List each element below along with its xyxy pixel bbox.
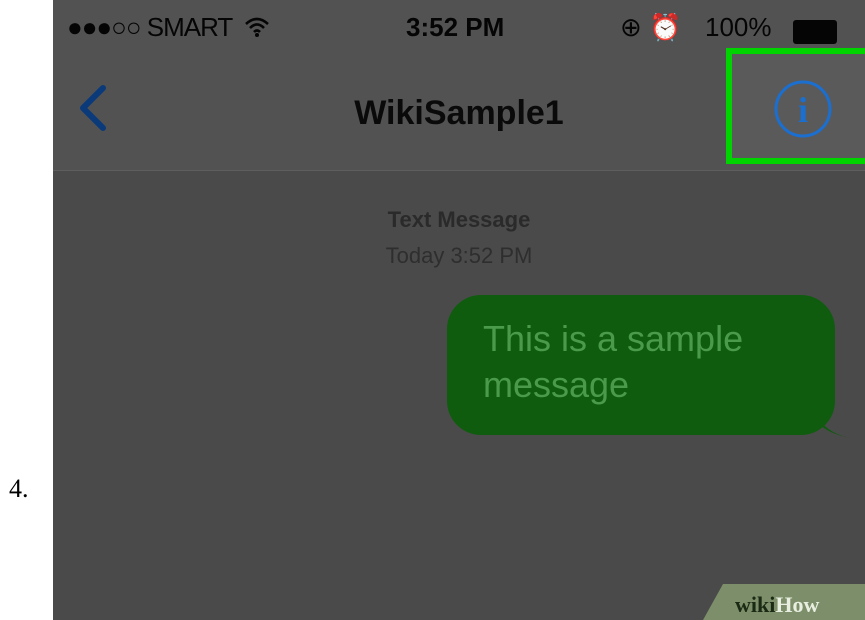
wifi-icon bbox=[245, 17, 269, 37]
bubble-tail bbox=[813, 404, 851, 438]
navigation-bar: WikiSample1 i bbox=[53, 48, 865, 171]
message-type-label: Text Message bbox=[387, 207, 531, 232]
message-text: This is a sample message bbox=[483, 318, 744, 405]
info-icon[interactable]: i bbox=[772, 78, 834, 140]
battery-percent: 100% bbox=[705, 12, 772, 42]
status-time: 3:52 PM bbox=[406, 12, 505, 42]
svg-text:i: i bbox=[798, 90, 808, 130]
phone-screen: ●●●○○ SMART 3:52 PM ⊕ ⏰ 100% WikiSample1… bbox=[53, 0, 865, 620]
message-timestamp: Today 3:52 PM bbox=[385, 243, 533, 268]
lock-alarm-icons: ⊕ ⏰ bbox=[620, 12, 682, 42]
watermark-logo: wikiHow bbox=[735, 592, 820, 617]
carrier-signal: ●●●○○ SMART bbox=[67, 12, 270, 43]
battery-icon bbox=[793, 20, 837, 44]
step-number: 4. bbox=[9, 474, 29, 503]
